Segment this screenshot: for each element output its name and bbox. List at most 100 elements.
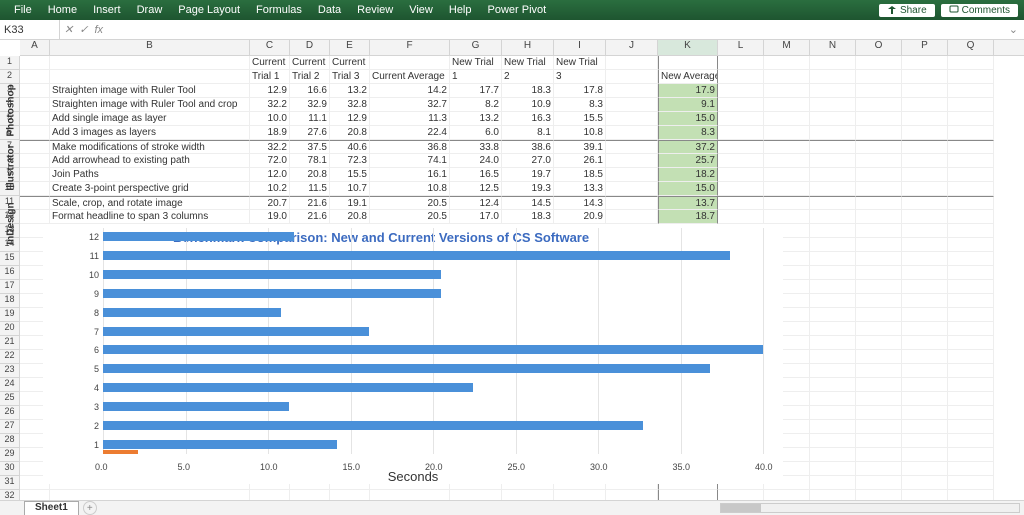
- cell[interactable]: [856, 280, 902, 294]
- cell[interactable]: [606, 168, 658, 182]
- cell[interactable]: [764, 98, 810, 112]
- cell[interactable]: [718, 182, 764, 196]
- cell[interactable]: [810, 448, 856, 462]
- cell[interactable]: [856, 350, 902, 364]
- cell[interactable]: 10.9: [502, 98, 554, 112]
- cell[interactable]: 15.0: [658, 182, 718, 196]
- row-header-21[interactable]: 21: [0, 336, 19, 350]
- cell[interactable]: [902, 406, 948, 420]
- cell[interactable]: 19.1: [330, 196, 370, 210]
- cell[interactable]: [764, 112, 810, 126]
- cell[interactable]: [948, 224, 994, 238]
- cell[interactable]: 32.8: [330, 98, 370, 112]
- cell[interactable]: [902, 322, 948, 336]
- cell[interactable]: [810, 266, 856, 280]
- cell[interactable]: [764, 56, 810, 70]
- cell[interactable]: [948, 266, 994, 280]
- cell[interactable]: Add arrowhead to existing path: [50, 154, 250, 168]
- cell[interactable]: 11.1: [290, 112, 330, 126]
- col-header-J[interactable]: J: [606, 40, 658, 55]
- expand-formula-icon[interactable]: ⌄: [1003, 23, 1024, 36]
- cell[interactable]: [902, 112, 948, 126]
- cell[interactable]: [902, 140, 948, 154]
- cell[interactable]: [330, 490, 370, 500]
- cell[interactable]: [856, 448, 902, 462]
- cell[interactable]: 8.1: [502, 126, 554, 140]
- cell[interactable]: [606, 182, 658, 196]
- cell[interactable]: 20.9: [554, 210, 606, 224]
- cell[interactable]: [902, 392, 948, 406]
- cell[interactable]: 13.7: [658, 196, 718, 210]
- cell[interactable]: [856, 294, 902, 308]
- cell[interactable]: [290, 490, 330, 500]
- cell[interactable]: [856, 140, 902, 154]
- cell[interactable]: [856, 154, 902, 168]
- cell[interactable]: [810, 252, 856, 266]
- cell[interactable]: [948, 56, 994, 70]
- cell[interactable]: [948, 420, 994, 434]
- cell[interactable]: [20, 210, 50, 224]
- cell[interactable]: 10.2: [250, 182, 290, 196]
- row-header-18[interactable]: 18: [0, 294, 19, 308]
- cell[interactable]: [856, 378, 902, 392]
- cell[interactable]: Trial 2: [290, 70, 330, 84]
- cell[interactable]: [554, 490, 606, 500]
- cell[interactable]: 19.7: [502, 168, 554, 182]
- cell[interactable]: 20.8: [290, 168, 330, 182]
- cell[interactable]: [948, 434, 994, 448]
- cell[interactable]: [856, 224, 902, 238]
- cell[interactable]: [370, 56, 450, 70]
- cell[interactable]: New Trial: [502, 56, 554, 70]
- cell[interactable]: [948, 308, 994, 322]
- cell[interactable]: 78.1: [290, 154, 330, 168]
- cell[interactable]: [502, 490, 554, 500]
- fx-icon[interactable]: fx: [94, 24, 103, 36]
- cell[interactable]: 38.6: [502, 140, 554, 154]
- cell[interactable]: [948, 154, 994, 168]
- col-header-B[interactable]: B: [50, 40, 250, 55]
- cell[interactable]: [764, 140, 810, 154]
- cell[interactable]: [606, 140, 658, 154]
- cell[interactable]: [856, 308, 902, 322]
- cancel-icon[interactable]: ✕: [64, 23, 73, 36]
- cell[interactable]: [902, 154, 948, 168]
- cell[interactable]: [948, 364, 994, 378]
- col-header-K[interactable]: K: [658, 40, 718, 55]
- cell[interactable]: 18.9: [250, 126, 290, 140]
- cell[interactable]: 14.3: [554, 196, 606, 210]
- cell[interactable]: [902, 224, 948, 238]
- cell[interactable]: 27.0: [502, 154, 554, 168]
- cell[interactable]: [718, 140, 764, 154]
- cell[interactable]: [810, 420, 856, 434]
- cell[interactable]: Current: [290, 56, 330, 70]
- cell[interactable]: Current: [330, 56, 370, 70]
- col-header-N[interactable]: N: [810, 40, 856, 55]
- cell[interactable]: [250, 490, 290, 500]
- cell[interactable]: [764, 168, 810, 182]
- cell[interactable]: 12.5: [450, 182, 502, 196]
- cell[interactable]: [810, 224, 856, 238]
- cell[interactable]: [718, 84, 764, 98]
- cell[interactable]: 1: [450, 70, 502, 84]
- cell[interactable]: [810, 378, 856, 392]
- cell[interactable]: [20, 140, 50, 154]
- cell[interactable]: Add 3 images as layers: [50, 126, 250, 140]
- cell[interactable]: 13.3: [554, 182, 606, 196]
- cell[interactable]: 8.3: [554, 98, 606, 112]
- cell[interactable]: 32.2: [250, 140, 290, 154]
- col-header-L[interactable]: L: [718, 40, 764, 55]
- cell[interactable]: [810, 462, 856, 476]
- menu-home[interactable]: Home: [40, 4, 85, 16]
- cell[interactable]: [718, 126, 764, 140]
- cell[interactable]: 9.1: [658, 98, 718, 112]
- cell[interactable]: [718, 490, 764, 500]
- cell[interactable]: 17.0: [450, 210, 502, 224]
- cell[interactable]: 40.6: [330, 140, 370, 154]
- cell[interactable]: [810, 406, 856, 420]
- cell[interactable]: [948, 350, 994, 364]
- col-header-H[interactable]: H: [502, 40, 554, 55]
- cell[interactable]: Add single image as layer: [50, 112, 250, 126]
- cell[interactable]: [20, 84, 50, 98]
- cell[interactable]: [764, 84, 810, 98]
- cell[interactable]: 20.5: [370, 210, 450, 224]
